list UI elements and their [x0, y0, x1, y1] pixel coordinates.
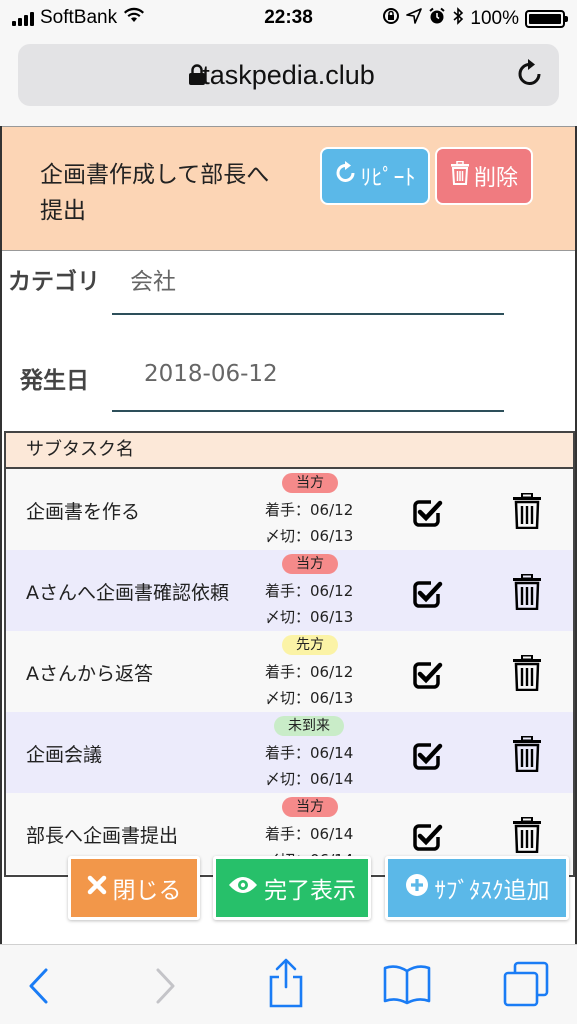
tabs-icon[interactable] [502, 961, 550, 1011]
complete-check-icon[interactable] [411, 821, 443, 857]
add-subtask-button[interactable]: ｻﾌﾞﾀｽｸ追加 [385, 856, 569, 920]
address-bar[interactable]: taskpedia.club [18, 44, 559, 106]
start-date: 着手：06/14 [265, 825, 354, 843]
battery-icon [525, 10, 568, 28]
repeat-button[interactable]: ﾘﾋﾟｰﾄ [320, 147, 430, 205]
date-label: 発生日 [20, 368, 89, 394]
delete-task-button[interactable]: 削除 [435, 147, 533, 205]
bookmarks-icon[interactable] [382, 963, 432, 1009]
date-underline [112, 410, 504, 412]
subtask-name: Aさんへ企画書確認依頼 [26, 582, 229, 604]
trash-icon[interactable] [512, 654, 542, 695]
subtask-name: 部長へ企画書提出 [26, 825, 179, 847]
due-date: 〆切：06/13 [265, 608, 354, 626]
subtask-name: 企画会議 [26, 744, 103, 766]
category-underline [112, 313, 504, 315]
subtask-row: Aさんへ企画書確認依頼 当方 着手：06/12 〆切：06/13 [6, 550, 573, 631]
url-text[interactable]: taskpedia.club [18, 60, 559, 91]
trash-icon[interactable] [512, 492, 542, 533]
status-bar: SoftBank 22:38 100% [0, 0, 577, 38]
due-date: 〆切：06/13 [265, 527, 354, 545]
status-right: 100% [382, 7, 568, 31]
start-date: 着手：06/12 [265, 501, 354, 519]
location-icon [406, 8, 423, 30]
subtask-row: 企画書を作る 当方 着手：06/12 〆切：06/13 [6, 469, 573, 550]
category-label: カテゴリ [8, 269, 100, 295]
complete-check-icon[interactable] [411, 497, 443, 533]
back-icon[interactable] [26, 967, 52, 1009]
trash-icon[interactable] [512, 573, 542, 614]
battery-percent: 100% [470, 8, 519, 29]
plus-circle-icon [405, 873, 429, 903]
subtask-table: サブタスク名 企画書を作る 当方 着手：06/12 〆切：06/13 Aさんへ企… [4, 431, 575, 877]
status-badge: 当方 [282, 797, 338, 817]
status-badge: 先方 [282, 635, 338, 655]
add-subtask-label: ｻﾌﾞﾀｽｸ追加 [434, 878, 550, 904]
start-date: 着手：06/12 [265, 582, 354, 600]
delete-label: 削除 [473, 166, 518, 191]
forward-icon[interactable] [152, 967, 178, 1009]
date-field[interactable]: 2018-06-12 [144, 361, 278, 387]
browser-toolbar [0, 944, 577, 1024]
start-date: 着手：06/12 [265, 663, 354, 681]
show-completed-button[interactable]: 完了表示 [213, 856, 371, 920]
complete-check-icon[interactable] [411, 578, 443, 614]
complete-check-icon[interactable] [411, 659, 443, 695]
show-completed-label: 完了表示 [264, 878, 356, 904]
share-icon[interactable] [266, 957, 306, 1013]
subtask-name: 企画書を作る [26, 501, 141, 523]
rotation-lock-icon [382, 7, 400, 31]
repeat-label: ﾘﾋﾟｰﾄ [360, 166, 416, 191]
bluetooth-icon [452, 7, 464, 31]
trash-icon[interactable] [512, 816, 542, 857]
category-field[interactable]: 会社 [130, 262, 176, 296]
status-badge: 当方 [282, 473, 338, 493]
subtask-row: 企画会議 未到来 着手：06/14 〆切：06/14 [6, 712, 573, 793]
status-badge: 当方 [282, 554, 338, 574]
due-date: 〆切：06/13 [265, 689, 354, 707]
status-badge: 未到来 [274, 716, 344, 736]
subtask-row: Aさんから返答 先方 着手：06/12 〆切：06/13 [6, 631, 573, 712]
start-date: 着手：06/14 [265, 744, 354, 762]
eye-icon [228, 875, 258, 901]
close-label: 閉じる [112, 878, 182, 904]
page-content: 企画書作成して部長へ提出 ﾘﾋﾟｰﾄ 削除 カテゴリ 会社 発生日 2018-0… [0, 126, 577, 944]
browser-chrome: taskpedia.club [0, 38, 577, 126]
task-header: 企画書作成して部長へ提出 ﾘﾋﾟｰﾄ 削除 [2, 126, 575, 251]
trash-icon[interactable] [512, 735, 542, 776]
alarm-icon [428, 7, 446, 31]
refresh-icon [334, 161, 358, 191]
subtask-header: サブタスク名 [6, 433, 573, 469]
close-icon [87, 875, 107, 901]
complete-check-icon[interactable] [411, 740, 443, 776]
close-button[interactable]: 閉じる [68, 856, 200, 920]
reload-icon[interactable] [515, 58, 545, 94]
task-title: 企画書作成して部長へ提出 [40, 162, 270, 224]
due-date: 〆切：06/14 [265, 770, 354, 788]
subtask-name: Aさんから返答 [26, 663, 153, 685]
trash-icon [450, 160, 470, 191]
